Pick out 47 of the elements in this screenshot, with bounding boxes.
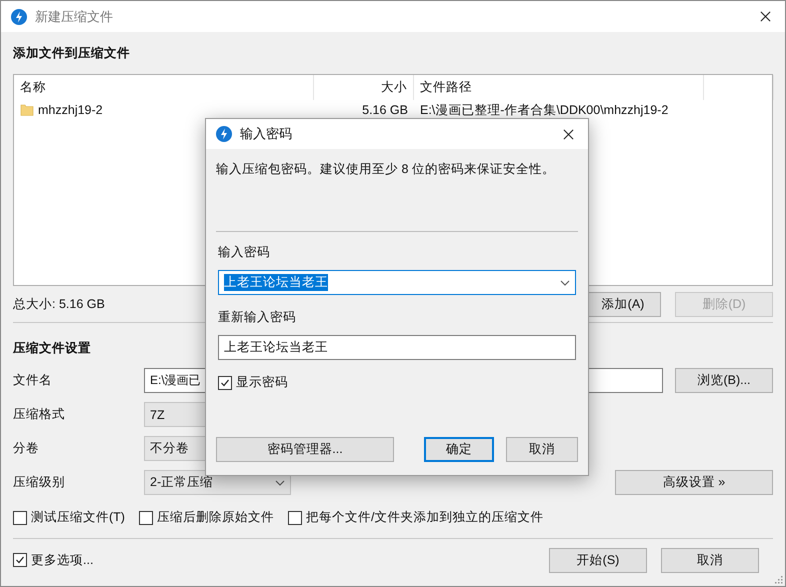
table-cell-text: 5.16 GB [361, 102, 409, 119]
ok-button[interactable]: 确定 [424, 437, 494, 462]
checkbox[interactable] [138, 510, 153, 524]
password-manager-button[interactable]: 密码管理器... [216, 437, 394, 462]
more-options-label: 更多选项... [31, 552, 94, 568]
table-cell[interactable]: mhzzhj19-2 [14, 100, 314, 120]
resize-grip-icon[interactable] [775, 576, 783, 584]
column-header[interactable]: 名称 [14, 75, 314, 100]
table-cell-text: E:\漫画已整理-作者合集\DDK00\mhzzhj19-2 [419, 102, 670, 119]
option-label: 压缩后删除原始文件 [156, 509, 274, 526]
section-heading: 压缩文件设置 [13, 340, 91, 357]
option-label: 把每个文件/文件夹添加到独立的压缩文件 [306, 509, 544, 526]
password-field[interactable]: 上老王论坛当老王 [218, 270, 576, 295]
field-label: 重新输入密码 [218, 309, 297, 326]
app-icon [11, 8, 27, 24]
checkmark-icon [220, 378, 230, 388]
cancel-button[interactable]: 取消 [661, 548, 759, 572]
field-label: 压缩格式 [13, 406, 66, 423]
checkbox[interactable] [288, 510, 302, 524]
field-label: 压缩级别 [13, 474, 66, 491]
field-label: 分卷 [13, 440, 40, 457]
chevron-down-icon [275, 480, 285, 486]
close-icon[interactable] [760, 11, 771, 22]
chevron-down-icon [560, 280, 570, 286]
advanced-settings-button[interactable]: 高级设置 » [615, 470, 773, 495]
column-header[interactable]: 文件路径 [414, 75, 704, 100]
field-label: 文件名 [13, 372, 53, 389]
field-label: 输入密码 [218, 244, 271, 261]
cancel-button[interactable]: 取消 [506, 437, 578, 462]
app-icon [216, 126, 232, 142]
checkmark-icon [15, 555, 25, 565]
close-icon[interactable] [563, 128, 574, 140]
option-label: 测试压缩文件(T) [31, 509, 125, 526]
folder-icon [20, 103, 34, 117]
dialog-description: 输入压缩包密码。建议使用至少 8 位的密码来保证安全性。 [216, 161, 556, 178]
browse-button[interactable]: 浏览(B)... [675, 368, 773, 393]
column-header[interactable]: 大小 [314, 75, 414, 100]
section-heading: 添加文件到压缩文件 [13, 45, 130, 62]
total-size: 总大小: 5.16 GB [13, 296, 106, 312]
checkbox[interactable] [13, 553, 27, 567]
checkbox[interactable] [13, 510, 27, 524]
start-button[interactable]: 开始(S) [549, 548, 647, 572]
checkbox[interactable] [218, 376, 232, 390]
show-password-label: 显示密码 [236, 374, 288, 391]
dialog-title: 输入密码 [240, 125, 293, 143]
confirm-password-field[interactable]: 上老王论坛当老王 [218, 335, 576, 360]
window-title: 新建压缩文件 [35, 8, 114, 26]
